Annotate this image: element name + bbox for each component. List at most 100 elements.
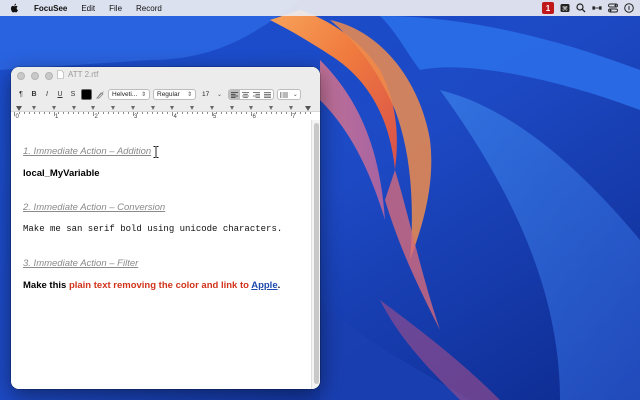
keyboard-icon[interactable]: ⌘ <box>560 3 570 13</box>
rich-text-line: Make this plain text removing the color … <box>23 280 280 291</box>
menu-app-name[interactable]: FocuSee <box>34 4 67 13</box>
window-controls <box>17 72 53 80</box>
ruler-tick <box>172 112 173 116</box>
ruler-minor-tick <box>181 112 183 114</box>
tab-stop-marker[interactable] <box>150 106 155 110</box>
bold-button[interactable]: B <box>29 89 39 100</box>
left-margin-marker[interactable] <box>16 106 22 111</box>
ruler-minor-tick <box>206 112 208 114</box>
heading-addition: 1. Immediate Action – Addition <box>23 146 152 157</box>
display-icon[interactable] <box>592 3 602 13</box>
ruler-minor-tick <box>97 112 99 114</box>
text-color-well[interactable] <box>81 89 92 100</box>
ruler-minor-tick <box>241 112 242 114</box>
ruler[interactable]: 01234567 <box>11 104 320 120</box>
ruler-minor-tick <box>112 112 114 114</box>
font-size-value: 17 <box>202 91 210 98</box>
ruler-minor-tick <box>152 112 153 114</box>
tab-stop-marker[interactable] <box>71 106 76 110</box>
ruler-minor-tick <box>260 112 262 114</box>
tab-stop-marker[interactable] <box>229 106 234 110</box>
ruler-minor-tick <box>63 112 64 114</box>
ruler-minor-tick <box>43 112 45 114</box>
ruler-minor-tick <box>265 112 267 114</box>
ruler-tick <box>211 112 212 116</box>
tab-stop-marker[interactable] <box>269 106 273 110</box>
close-button[interactable] <box>17 72 25 80</box>
ruler-minor-tick <box>275 112 277 114</box>
ruler-minor-tick <box>231 112 232 114</box>
tab-stop-marker[interactable] <box>209 106 214 110</box>
status-area: 1 ⌘ <box>542 2 634 14</box>
document-body[interactable]: 1. Immediate Action – Addition local_MyV… <box>11 120 311 389</box>
rich-text-end: . <box>277 280 281 291</box>
tab-stop-marker[interactable] <box>170 106 175 110</box>
apple-link[interactable]: Apple <box>251 280 277 291</box>
apple-menu-icon[interactable] <box>10 2 20 14</box>
clear-highlight-icon[interactable] <box>95 89 105 100</box>
ruler-tick <box>132 112 133 116</box>
ruler-minor-tick <box>142 112 143 114</box>
ruler-minor-tick <box>127 112 129 114</box>
zoom-button[interactable] <box>45 72 53 80</box>
tab-stop-marker[interactable] <box>91 106 96 110</box>
font-size-field[interactable]: 17 ⌄ <box>199 89 225 100</box>
paragraph-style-button[interactable]: ¶ <box>16 89 26 100</box>
rich-text-red: plain text removing the color and link t… <box>68 280 252 291</box>
status-badge[interactable]: 1 <box>542 2 554 14</box>
tab-stop-marker[interactable] <box>288 106 293 110</box>
tab-stop-marker[interactable] <box>130 106 135 110</box>
menu-record[interactable]: Record <box>136 4 162 13</box>
menu-file[interactable]: File <box>109 4 122 13</box>
ruler-minor-tick <box>137 112 138 114</box>
ruler-minor-tick <box>117 112 119 114</box>
monospace-text: Make me san serif bold using unicode cha… <box>23 224 283 234</box>
justify-button[interactable] <box>262 90 273 99</box>
right-margin-marker[interactable] <box>305 106 311 111</box>
updown-chevron-icon: ⇕ <box>140 92 146 98</box>
title-bar[interactable]: ATT 2.rtf <box>11 67 320 85</box>
document-icon <box>57 70 64 79</box>
chevron-down-icon: ⌄ <box>216 92 222 98</box>
updown-chevron-icon: ⇕ <box>186 92 192 98</box>
ruler-minor-tick <box>122 112 124 114</box>
ruler-tick <box>290 112 291 116</box>
ruler-minor-tick <box>78 112 79 114</box>
underline-button[interactable]: U <box>55 89 65 100</box>
chevron-down-icon: ⌄ <box>292 92 298 98</box>
control-center-icon[interactable] <box>608 3 618 13</box>
minimize-button[interactable] <box>31 72 39 80</box>
format-toolbar: ¶ B I U S Helveti... ⇕ Regular ⇕ 17 ⌄ ⌄ <box>11 85 320 104</box>
ruler-minor-tick <box>28 112 30 114</box>
search-icon[interactable] <box>576 3 586 13</box>
ruler-minor-tick <box>201 112 203 114</box>
tab-stop-marker[interactable] <box>111 106 115 110</box>
list-style-popup[interactable]: ⌄ <box>277 89 301 100</box>
menu-edit[interactable]: Edit <box>81 4 95 13</box>
align-center-button[interactable] <box>240 90 251 99</box>
tab-stop-marker[interactable] <box>51 106 56 110</box>
ruler-tick <box>251 112 252 116</box>
align-right-button[interactable] <box>251 90 262 99</box>
svg-text:⌘: ⌘ <box>562 5 568 12</box>
ruler-minor-tick <box>300 112 301 114</box>
scrollbar-thumb[interactable] <box>314 123 319 384</box>
tab-stop-marker[interactable] <box>32 106 36 110</box>
tab-stop-marker[interactable] <box>249 106 254 110</box>
font-family-popup[interactable]: Helveti... ⇕ <box>108 89 150 100</box>
ruler-minor-tick <box>246 112 247 114</box>
font-weight-popup[interactable]: Regular ⇕ <box>153 89 196 100</box>
tab-stop-marker[interactable] <box>190 106 194 110</box>
ruler-minor-tick <box>270 112 272 114</box>
siri-icon[interactable] <box>624 3 634 13</box>
vertical-scrollbar[interactable] <box>311 120 320 389</box>
ruler-minor-tick <box>38 112 40 114</box>
ruler-tick <box>53 112 54 116</box>
ruler-minor-tick <box>18 112 20 114</box>
italic-button[interactable]: I <box>42 89 52 100</box>
align-left-button[interactable] <box>229 90 240 99</box>
ruler-minor-tick <box>255 112 257 114</box>
strikethrough-button[interactable]: S <box>68 89 78 100</box>
ruler-minor-tick <box>186 112 188 114</box>
ruler-minor-tick <box>147 112 148 114</box>
